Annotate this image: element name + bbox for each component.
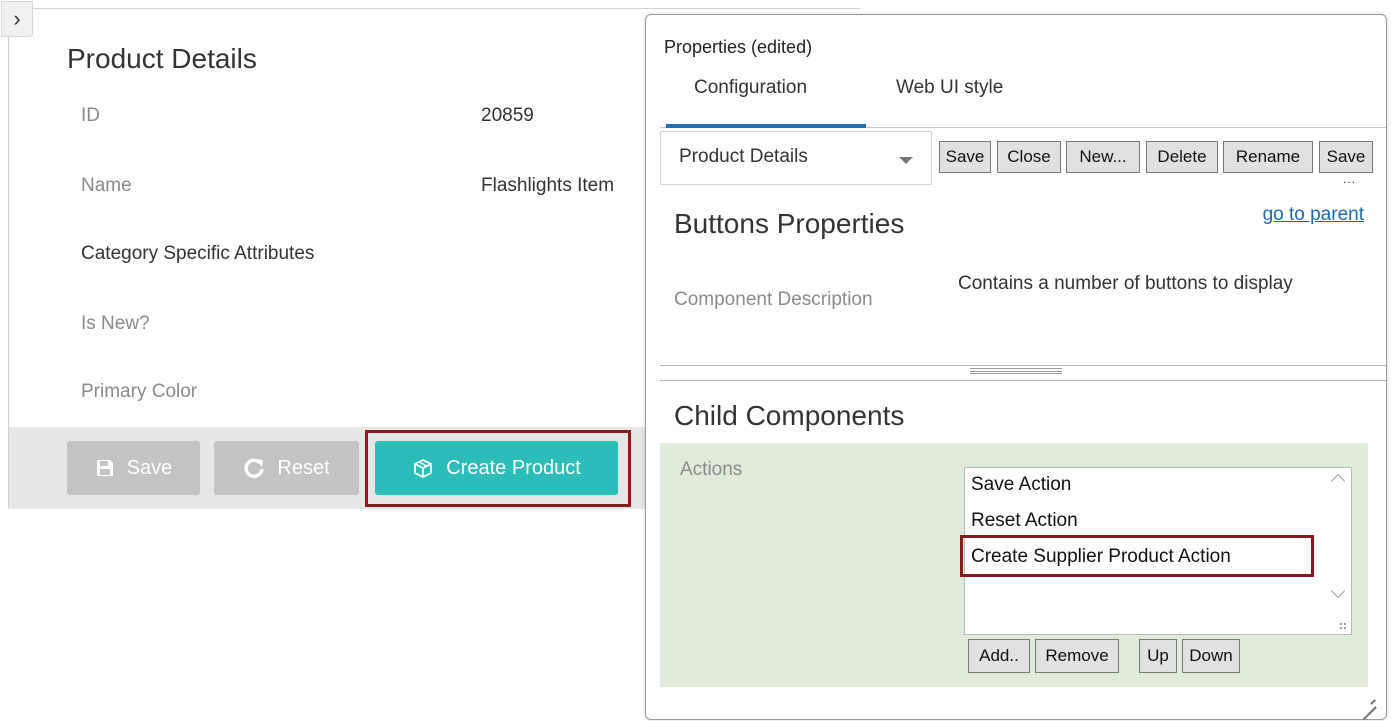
active-tab-indicator (666, 124, 866, 128)
go-to-parent-link[interactable]: go to parent (1263, 204, 1364, 226)
list-item[interactable]: Save Action (971, 474, 1071, 496)
remove-action-button[interactable]: Remove (1035, 639, 1119, 673)
resize-grip-icon[interactable] (1339, 622, 1347, 630)
move-up-button[interactable]: Up (1139, 639, 1177, 673)
refresh-icon (244, 458, 265, 479)
field-label-is-new: Is New? (81, 313, 150, 334)
component-select-value: Product Details (679, 146, 808, 167)
add-action-button[interactable]: Add.. (968, 639, 1030, 673)
new-button[interactable]: New... (1066, 141, 1140, 173)
rename-button[interactable]: Rename (1223, 141, 1313, 173)
splitter-grip[interactable] (970, 368, 1062, 374)
save-as-overflow: ... (1343, 172, 1357, 186)
move-down-button[interactable]: Down (1182, 639, 1240, 673)
save-button[interactable]: Save (67, 441, 200, 495)
dialog-title: Properties (edited) (664, 37, 813, 57)
tab-web-ui-style[interactable]: Web UI style (896, 77, 1003, 99)
splitter-line (660, 365, 1386, 366)
save-config-button[interactable]: Save (939, 141, 991, 173)
form-title: Product Details (67, 43, 257, 74)
save-button-label: Save (126, 456, 173, 479)
resize-handle-icon[interactable] (1362, 695, 1376, 709)
package-icon (414, 458, 433, 479)
create-product-label: Create Product (446, 456, 581, 479)
component-description-label: Component Description (674, 289, 873, 310)
scroll-down-icon[interactable] (1330, 583, 1346, 599)
tab-configuration[interactable]: Configuration (694, 77, 807, 99)
close-button[interactable]: Close (997, 141, 1061, 173)
properties-dialog: Properties (edited) Configuration Web UI… (645, 14, 1387, 720)
component-description-value: Contains a number of buttons to display (958, 273, 1293, 294)
chevron-down-icon (899, 157, 913, 164)
field-label-name: Name (81, 175, 132, 196)
actions-panel: Actions Save Action Reset Action Create … (660, 443, 1368, 687)
actions-label: Actions (680, 459, 743, 480)
create-supplier-action-highlight (960, 535, 1314, 577)
chevron-right-icon[interactable]: › (1, 1, 33, 37)
field-label-primary-color: Primary Color (81, 381, 198, 402)
create-product-button[interactable]: Create Product (375, 441, 618, 495)
scroll-up-icon[interactable] (1330, 473, 1346, 489)
reset-button[interactable]: Reset (214, 441, 359, 495)
field-value-name: Flashlights Item (481, 175, 615, 196)
field-value-id: 20859 (481, 105, 534, 126)
reset-button-label: Reset (277, 456, 330, 479)
buttons-properties-title: Buttons Properties (674, 208, 905, 239)
field-label-id: ID (81, 105, 100, 126)
floppy-disk-icon (96, 460, 113, 476)
section-label-category-attributes: Category Specific Attributes (81, 243, 315, 264)
component-select[interactable]: Product Details (660, 131, 932, 185)
save-as-button[interactable]: Save (1319, 141, 1373, 173)
list-item[interactable]: Reset Action (971, 510, 1078, 532)
delete-button[interactable]: Delete (1146, 141, 1218, 173)
child-components-title: Child Components (674, 400, 905, 431)
splitter-line (660, 380, 1386, 381)
